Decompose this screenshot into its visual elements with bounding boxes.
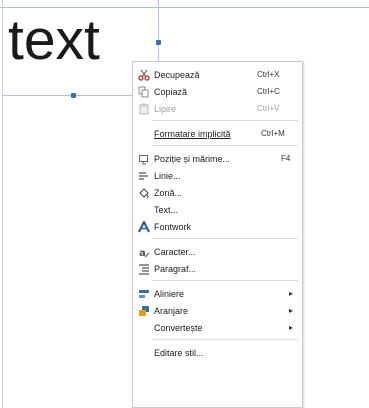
menu-item-label: Poziție și mărime...: [154, 154, 231, 164]
position-size-icon: [139, 155, 148, 165]
menu-item-paragraph[interactable]: Paragraf...: [133, 261, 302, 277]
menu-separator: [152, 120, 298, 121]
menu-item-label: Aranjare: [154, 306, 189, 316]
menu-item-label: Lipire: [154, 104, 177, 114]
context-menu: Decupează Ctrl+X Copiază Ctrl+C Lipire C…: [132, 61, 303, 408]
menu-separator: [152, 145, 298, 146]
shortcut-label: Ctrl+C: [257, 87, 280, 96]
menu-item-label: Caracter...: [154, 247, 196, 257]
area-fill-icon: [139, 188, 149, 199]
character-icon: a: [139, 248, 150, 258]
text-box[interactable]: text: [8, 10, 100, 70]
menu-item-copy[interactable]: Copiază Ctrl+C: [133, 84, 302, 100]
menu-item-label: Aliniere: [154, 289, 185, 299]
menu-item-label: Formatare implicită: [154, 129, 231, 139]
menu-item-label: Zonă...: [154, 188, 183, 198]
menu-item-paste[interactable]: Lipire Ctrl+V: [133, 101, 302, 117]
arrange-icon: [139, 306, 149, 316]
paragraph-icon: [139, 264, 149, 275]
menu-separator: [152, 339, 298, 340]
cut-icon: [138, 69, 150, 81]
menu-item-arrange[interactable]: Aranjare ▸: [133, 303, 302, 319]
shortcut-label: Ctrl+X: [257, 70, 280, 79]
shortcut-label: Ctrl+V: [257, 104, 280, 113]
copy-icon: [138, 86, 149, 98]
resize-handle-bottom[interactable]: [71, 93, 76, 98]
resize-handle-right[interactable]: [156, 40, 161, 45]
menu-item-label: Copiază: [154, 87, 188, 97]
menu-item-fontwork[interactable]: Fontwork: [133, 219, 302, 235]
menu-item-label: Decupează: [154, 70, 200, 80]
menu-item-area[interactable]: Zonă...: [133, 185, 302, 201]
align-icon: [139, 290, 149, 298]
shortcut-label: Ctrl+M: [261, 129, 285, 138]
menu-item-position-size[interactable]: Poziție și mărime... F4: [133, 151, 302, 167]
menu-item-convert[interactable]: Convertește ▸: [133, 320, 302, 336]
menu-item-default-formatting[interactable]: Formatare implicită Ctrl+M: [133, 126, 302, 142]
menu-item-label: Paragraf...: [154, 264, 197, 274]
menu-separator: [152, 280, 298, 281]
menu-item-label: Editare stil...: [154, 348, 204, 358]
line-icon: [139, 172, 148, 180]
menu-item-label: Convertește: [154, 323, 203, 333]
submenu-arrow-icon: ▸: [289, 306, 294, 315]
menu-item-label: Linie...: [154, 171, 181, 181]
submenu-arrow-icon: ▸: [289, 289, 294, 298]
menu-item-text[interactable]: Text...: [133, 202, 302, 218]
submenu-arrow-icon: ▸: [289, 323, 294, 332]
menu-item-cut[interactable]: Decupează Ctrl+X: [133, 67, 302, 83]
paste-icon: [139, 103, 149, 115]
menu-item-label: Fontwork: [154, 222, 192, 232]
menu-item-character[interactable]: a Caracter...: [133, 244, 302, 260]
page-border-left: [2, 0, 3, 408]
shortcut-label: F4: [281, 154, 291, 163]
menu-item-label: Text...: [154, 205, 179, 215]
fontwork-icon: [138, 221, 150, 233]
menu-item-line[interactable]: Linie...: [133, 168, 302, 184]
menu-item-align[interactable]: Aliniere ▸: [133, 286, 302, 302]
menu-separator: [152, 238, 298, 239]
menu-item-edit-style[interactable]: Editare stil...: [133, 345, 302, 361]
